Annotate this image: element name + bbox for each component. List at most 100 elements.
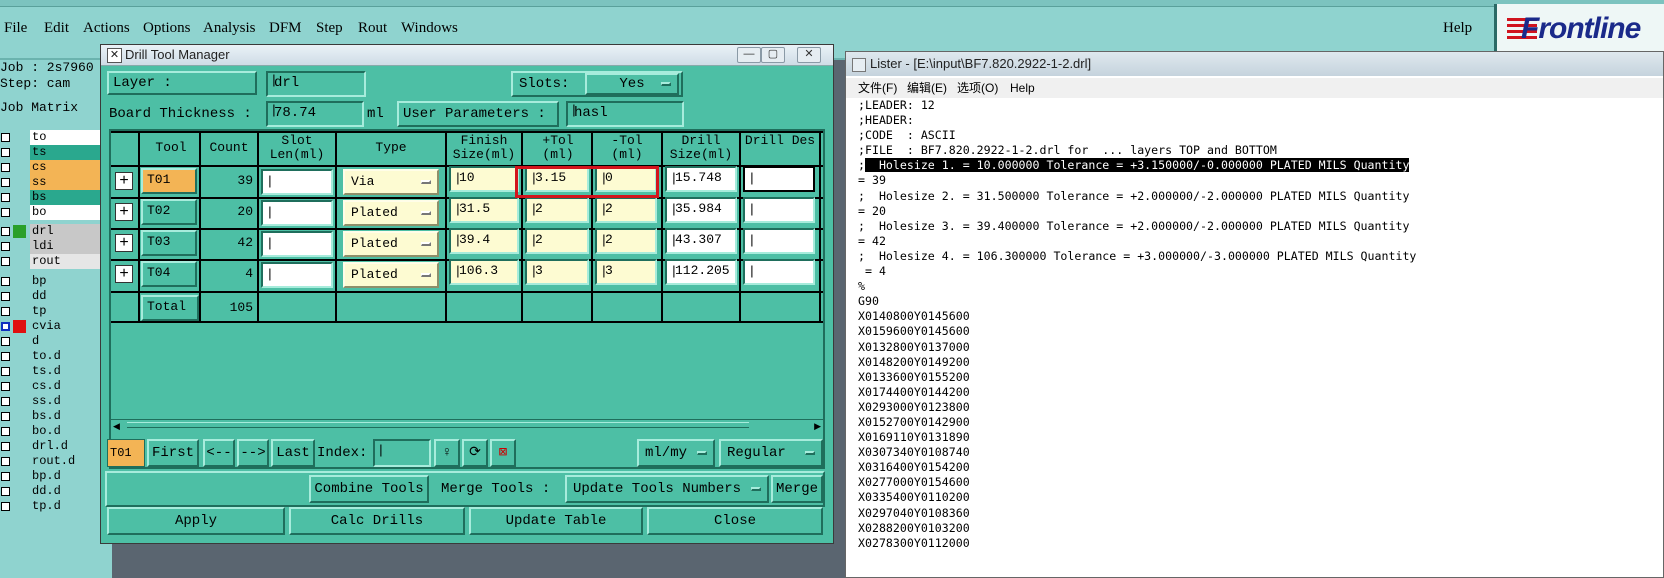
layer-checkbox[interactable] bbox=[1, 307, 10, 316]
layer-row[interactable]: rout.d bbox=[0, 454, 112, 469]
layer-checkbox[interactable] bbox=[1, 412, 10, 421]
layer-checkbox[interactable] bbox=[1, 502, 10, 511]
lister-menu-help[interactable]: Help bbox=[1010, 78, 1035, 98]
menu-step[interactable]: Step bbox=[316, 20, 343, 37]
type-dropdown[interactable]: Plated bbox=[343, 262, 439, 288]
drill-size-input[interactable]: | 35.984 bbox=[665, 197, 737, 223]
menu-help[interactable]: Help bbox=[1443, 20, 1472, 37]
layer-row[interactable]: to.d bbox=[0, 349, 112, 364]
layer-row[interactable]: d bbox=[0, 334, 112, 349]
layer-checkbox[interactable] bbox=[1, 337, 10, 346]
layer-row[interactable]: bp.d bbox=[0, 469, 112, 484]
layer-checkbox[interactable] bbox=[1, 193, 10, 202]
layer-row[interactable]: to bbox=[0, 130, 112, 145]
expand-row-icon[interactable]: + bbox=[115, 172, 133, 190]
menu-file[interactable]: File bbox=[4, 20, 27, 37]
layer-checkbox[interactable] bbox=[1, 242, 10, 251]
expand-row-icon[interactable]: + bbox=[115, 203, 133, 221]
tool-button[interactable]: T02 bbox=[141, 199, 197, 225]
combine-tools-button[interactable]: Combine Tools bbox=[309, 475, 429, 503]
menu-actions[interactable]: Actions bbox=[83, 20, 130, 37]
layer-checkbox[interactable] bbox=[1, 487, 10, 496]
layer-row[interactable]: bp bbox=[0, 274, 112, 289]
slot-len-input[interactable]: | bbox=[261, 200, 333, 226]
refresh-icon[interactable]: ⟳ bbox=[462, 439, 488, 467]
layer-row[interactable]: bo.d bbox=[0, 424, 112, 439]
menu-options[interactable]: Options bbox=[143, 20, 191, 37]
finish-size-input[interactable]: | 106.3 bbox=[449, 259, 519, 285]
layer-row[interactable]: drl.d bbox=[0, 439, 112, 454]
menu-windows[interactable]: Windows bbox=[401, 20, 458, 37]
user-parameters-field[interactable]: | hasl bbox=[566, 101, 684, 127]
index-field[interactable]: | bbox=[373, 439, 431, 467]
layer-row[interactable]: cs.d bbox=[0, 379, 112, 394]
layer-row[interactable]: ss bbox=[0, 175, 112, 190]
apply-button[interactable]: Apply bbox=[107, 507, 285, 535]
merge-button[interactable]: Merge bbox=[771, 475, 823, 503]
units-dropdown[interactable]: ml/my bbox=[637, 439, 715, 467]
calc-drills-button[interactable]: Calc Drills bbox=[289, 507, 465, 535]
layer-row[interactable]: ts bbox=[0, 145, 112, 160]
layer-checkbox[interactable] bbox=[1, 163, 10, 172]
menu-analysis[interactable]: Analysis bbox=[203, 20, 256, 37]
scroll-left-icon[interactable]: ◀ bbox=[113, 421, 120, 432]
minus-tol-input[interactable]: | 3 bbox=[595, 259, 657, 285]
layer-row[interactable]: bo bbox=[0, 205, 112, 220]
dialog-titlebar[interactable]: ✕ Drill Tool Manager — ▢ ✕ bbox=[101, 45, 833, 66]
layer-checkbox[interactable] bbox=[1, 472, 10, 481]
lister-titlebar[interactable]: Lister - [E:\input\BF7.820.2922-1-2.drl] bbox=[846, 52, 1663, 76]
tool-button[interactable]: T01 bbox=[141, 168, 197, 194]
user-parameters-button[interactable]: User Parameters : bbox=[397, 101, 559, 127]
layer-checkbox[interactable] bbox=[1, 442, 10, 451]
lister-menu-file[interactable]: 文件(F) bbox=[858, 78, 897, 98]
layer-row[interactable]: tp bbox=[0, 304, 112, 319]
tool-button[interactable]: T03 bbox=[141, 230, 197, 256]
plus-tol-input[interactable]: | 3 bbox=[525, 259, 589, 285]
layer-row[interactable]: tp.d bbox=[0, 499, 112, 514]
drill-des-input[interactable]: | bbox=[743, 197, 815, 223]
layer-checkbox[interactable] bbox=[1, 367, 10, 376]
layer-checkbox[interactable] bbox=[1, 208, 10, 217]
drill-size-input[interactable]: | 15.748 bbox=[665, 166, 737, 192]
plus-tol-input[interactable]: | 2 bbox=[525, 197, 589, 223]
minus-tol-input[interactable]: | 2 bbox=[595, 197, 657, 223]
layer-row[interactable]: cs bbox=[0, 160, 112, 175]
slot-len-input[interactable]: | bbox=[261, 169, 333, 195]
layer-field[interactable]: | drl bbox=[266, 71, 366, 97]
lister-menu-options[interactable]: 选项(O) bbox=[957, 78, 998, 98]
expand-row-icon[interactable]: + bbox=[115, 234, 133, 252]
next-button[interactable]: --> bbox=[237, 439, 269, 467]
drill-des-input[interactable]: | bbox=[743, 228, 815, 254]
layer-row[interactable]: ss.d bbox=[0, 394, 112, 409]
layer-checkbox[interactable] bbox=[1, 382, 10, 391]
delete-icon[interactable]: ⊠ bbox=[490, 439, 516, 467]
minus-tol-input[interactable]: | 2 bbox=[595, 228, 657, 254]
layer-row[interactable]: drl bbox=[0, 224, 112, 239]
horizontal-scrollbar[interactable]: ◀ ▶ bbox=[111, 419, 823, 432]
layer-checkbox[interactable] bbox=[1, 322, 10, 331]
lister-content[interactable]: ;LEADER: 12 ;HEADER: ;CODE : ASCII ;FILE : … bbox=[858, 98, 1658, 551]
job-matrix-title[interactable]: Job Matrix bbox=[0, 100, 78, 116]
layer-checkbox[interactable] bbox=[1, 257, 10, 266]
layer-checkbox[interactable] bbox=[1, 352, 10, 361]
menu-rout[interactable]: Rout bbox=[358, 20, 387, 37]
layer-row[interactable]: rout bbox=[0, 254, 112, 269]
maximize-icon[interactable]: ▢ bbox=[761, 47, 785, 63]
slot-len-input[interactable]: | bbox=[261, 231, 333, 257]
drill-des-input[interactable]: | bbox=[743, 259, 815, 285]
first-button[interactable]: First bbox=[147, 439, 199, 467]
layer-row[interactable]: cvia bbox=[0, 319, 112, 334]
plus-tol-input[interactable]: | 2 bbox=[525, 228, 589, 254]
type-dropdown[interactable]: Plated bbox=[343, 231, 439, 257]
bulb-icon[interactable]: ♀ bbox=[434, 439, 460, 467]
layer-row[interactable]: bs.d bbox=[0, 409, 112, 424]
layer-checkbox[interactable] bbox=[1, 277, 10, 286]
scroll-thumb[interactable] bbox=[127, 422, 749, 428]
layer-row[interactable]: bs bbox=[0, 190, 112, 205]
finish-size-input[interactable]: | 31.5 bbox=[449, 197, 519, 223]
finish-size-input[interactable]: | 10 bbox=[449, 166, 519, 192]
update-table-button[interactable]: Update Table bbox=[469, 507, 643, 535]
prev-button[interactable]: <-- bbox=[203, 439, 235, 467]
type-dropdown[interactable]: Plated bbox=[343, 200, 439, 226]
menu-dfm[interactable]: DFM bbox=[269, 20, 302, 37]
